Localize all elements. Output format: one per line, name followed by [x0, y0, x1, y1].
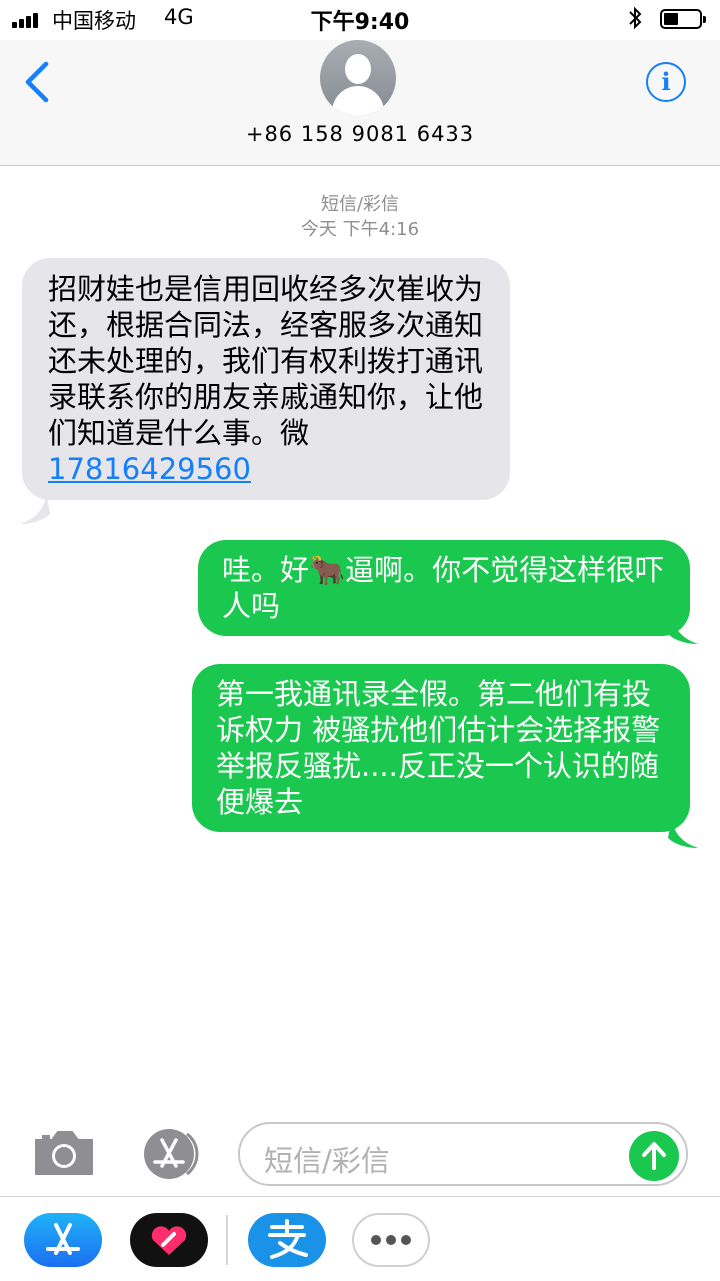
digital-touch-app-icon[interactable] — [130, 1213, 208, 1267]
camera-icon[interactable] — [32, 1128, 96, 1178]
app-drawer — [0, 1196, 720, 1281]
outgoing-message-text: 第一我通讯录全假。第二他们有投诉权力 被骚扰他们估计会选择报警 举报反骚扰...… — [216, 677, 661, 819]
incoming-message-text: 招财娃也是信用回收经多次崔收为还，根据合同法，经客服多次通知还未处理的，我们有权… — [48, 272, 484, 450]
status-time: 下午9:40 — [310, 10, 410, 35]
back-chevron-icon[interactable] — [20, 58, 60, 108]
avatar-icon[interactable] — [320, 40, 396, 116]
status-bar: 中国移动 4G 下午9:40 — [0, 0, 720, 40]
outgoing-message-text: 哇。好 — [222, 553, 310, 587]
message-input[interactable]: 短信/彩信 — [238, 1122, 688, 1186]
send-arrow-icon[interactable] — [629, 1131, 679, 1181]
app-store-icon[interactable] — [135, 1128, 203, 1180]
drawer-divider — [226, 1215, 228, 1265]
more-apps-icon[interactable] — [352, 1213, 430, 1267]
info-icon[interactable]: i — [646, 62, 686, 102]
message-timestamp: 今天 下午4:16 — [300, 219, 420, 240]
outgoing-message-bubble[interactable]: 哇。好🐂逼啊。你不觉得这样很吓人吗 — [198, 540, 690, 636]
battery-icon — [660, 9, 706, 29]
app-store-app-icon[interactable] — [24, 1213, 102, 1267]
bluetooth-icon — [628, 6, 642, 35]
alipay-app-icon[interactable] — [248, 1213, 326, 1267]
ox-emoji-icon: 🐂 — [309, 553, 346, 587]
contact-number[interactable]: +86 158 9081 6433 — [0, 122, 720, 146]
outgoing-message-bubble[interactable]: 第一我通讯录全假。第二他们有投诉权力 被骚扰他们估计会选择报警 举报反骚扰...… — [192, 664, 690, 832]
service-label: 短信/彩信 — [320, 194, 400, 215]
incoming-message-bubble[interactable]: 招财娃也是信用回收经多次崔收为还，根据合同法，经客服多次通知还未处理的，我们有权… — [22, 258, 510, 500]
phone-number-link[interactable]: 17816429560 — [48, 452, 251, 486]
conversation-header: +86 158 9081 6433 i — [0, 40, 720, 166]
